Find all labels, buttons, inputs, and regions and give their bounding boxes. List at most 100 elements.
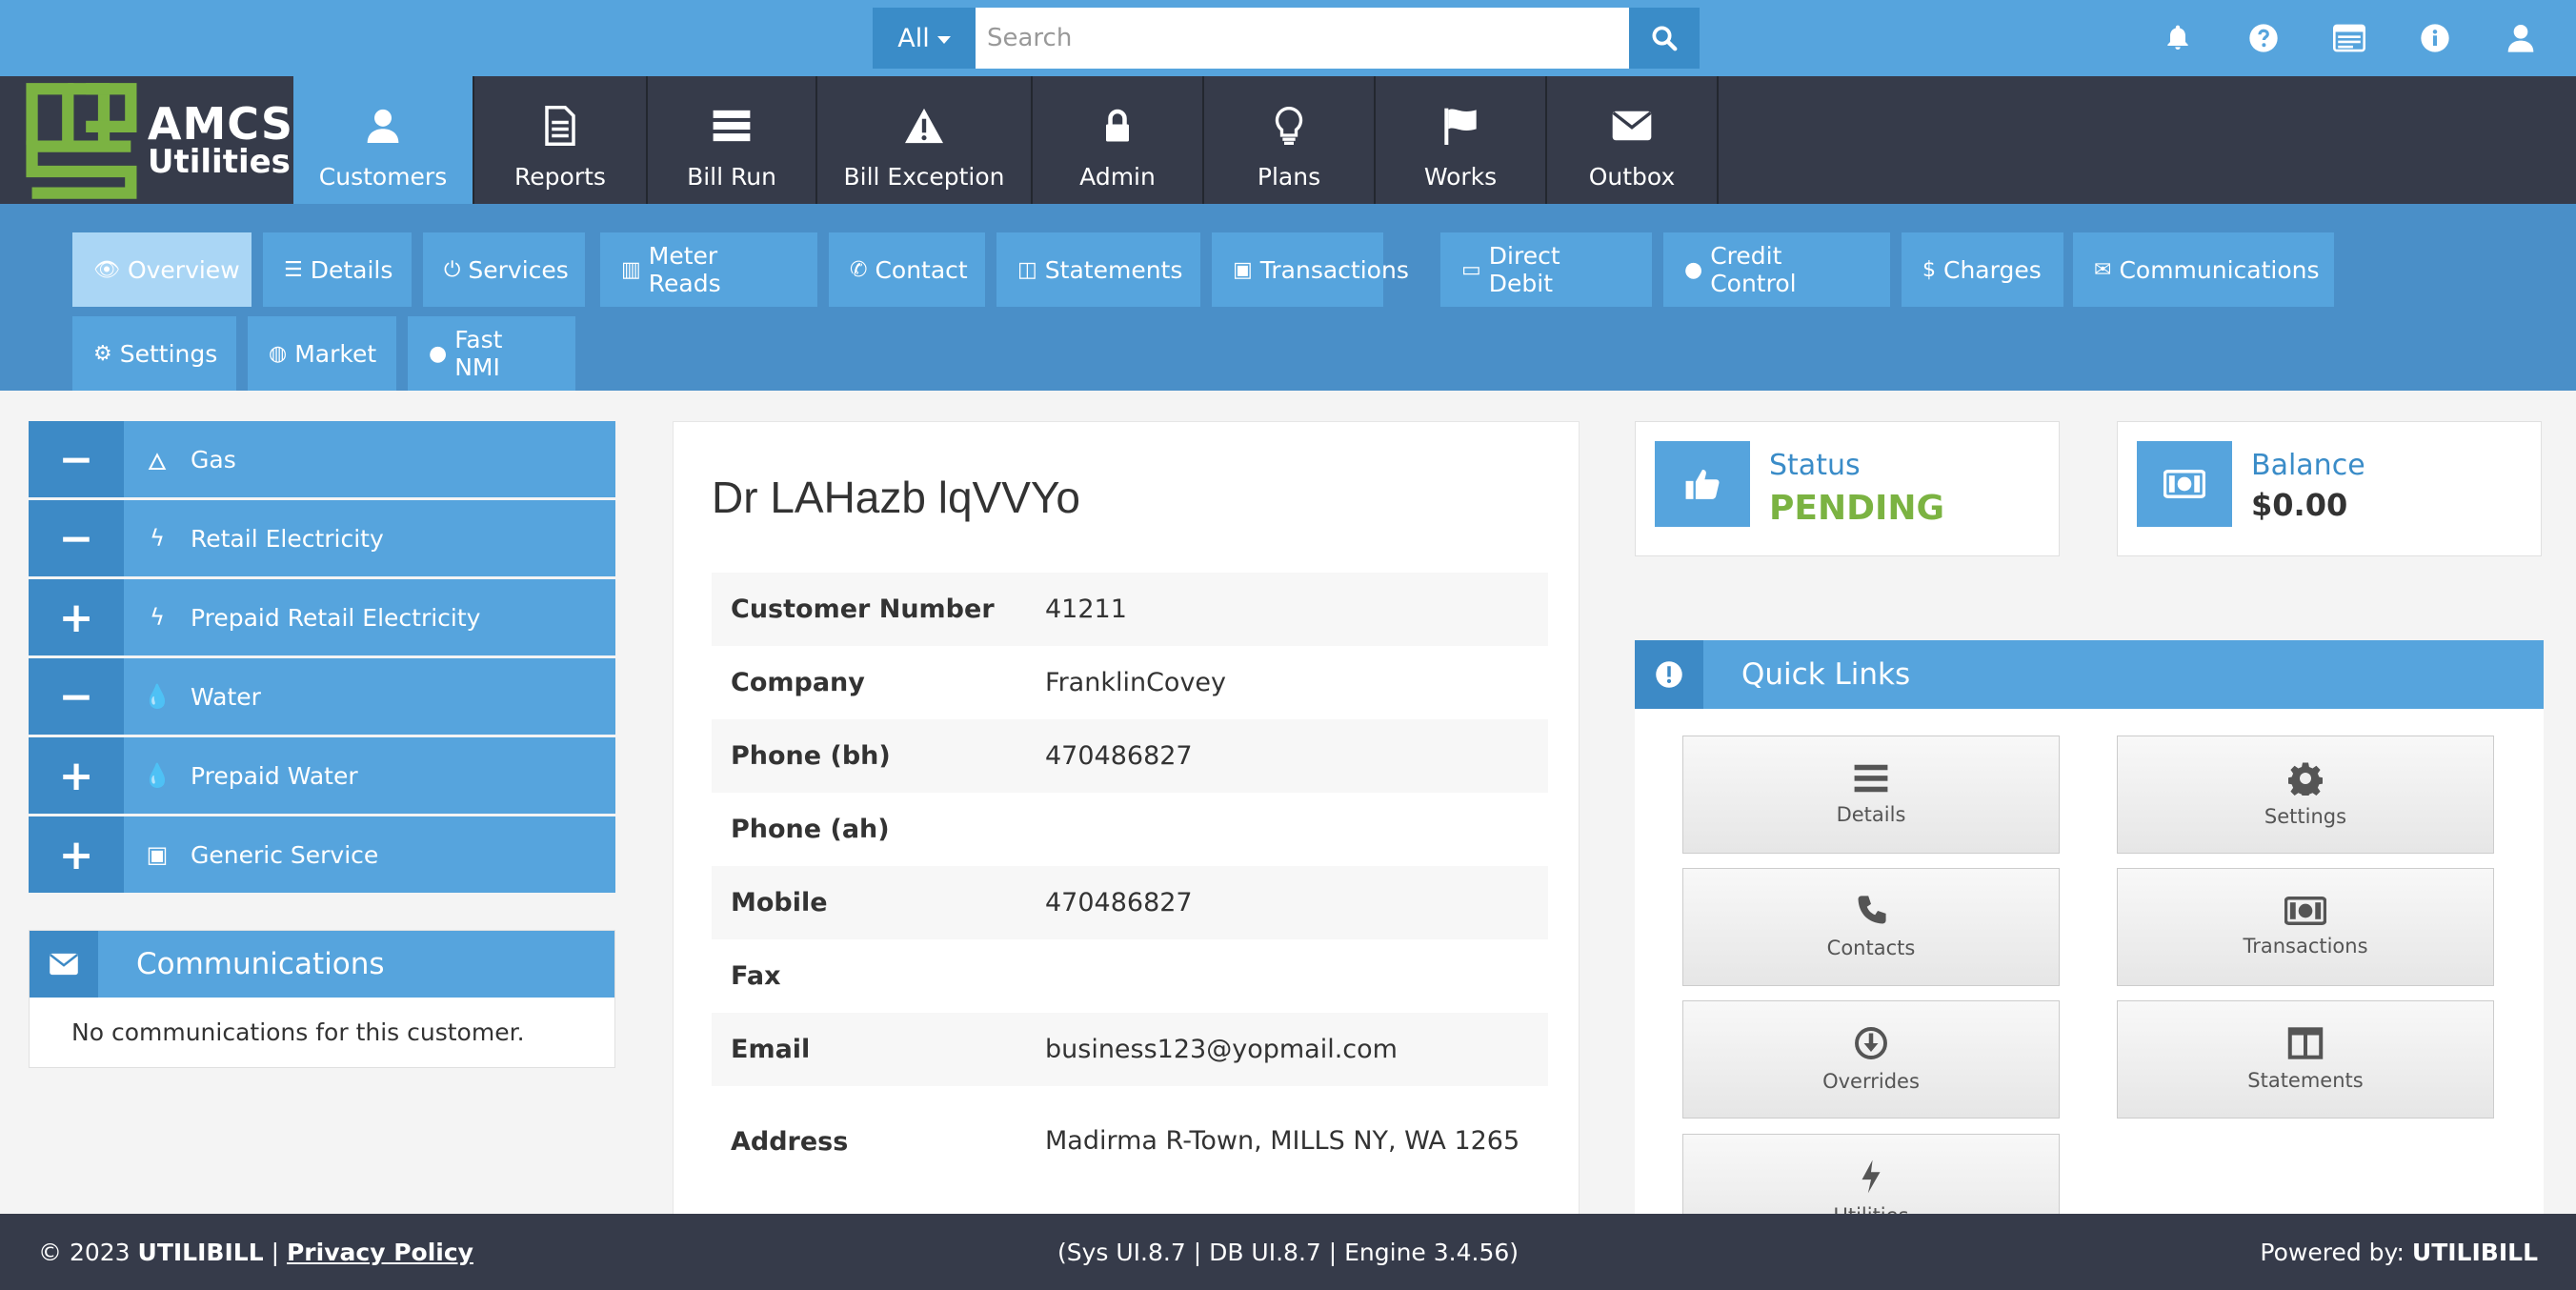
envelope-icon: [30, 931, 98, 998]
service-item-water[interactable]: − 💧 Water: [29, 658, 615, 735]
user-icon: [367, 109, 399, 143]
user-icon: ●: [1684, 257, 1703, 282]
table-row: Address Madirma R-Town, MILLS NY, WA 126…: [712, 1086, 1548, 1197]
tab-charges[interactable]: $ Charges: [1902, 232, 2063, 307]
tab-communications[interactable]: ✉ Communications: [2073, 232, 2334, 307]
nav-bill-run[interactable]: Bill Run: [648, 76, 817, 204]
collapse-toggle[interactable]: −: [29, 500, 124, 576]
search-scope-dropdown[interactable]: All: [873, 8, 976, 69]
balance-value: $0.00: [2251, 487, 2348, 523]
phone-icon: [1858, 896, 1886, 924]
columns-icon: ◫: [1017, 257, 1037, 282]
bell-icon[interactable]: [2161, 21, 2195, 55]
tab-details[interactable]: ☰ Details: [263, 232, 412, 307]
search-scope-label: All: [897, 23, 930, 53]
quick-link-contacts[interactable]: Contacts: [1682, 868, 2060, 986]
eye-icon: 👁: [93, 257, 120, 282]
tab-credit-control[interactable]: ● Credit Control: [1663, 232, 1890, 307]
tab-services[interactable]: ⏻ Services: [423, 232, 585, 307]
status-widget: Status PENDING: [1635, 421, 2060, 556]
top-icon-group: [2161, 0, 2538, 76]
quick-link-transactions[interactable]: Transactions: [2117, 868, 2494, 986]
service-label: Prepaid Retail Electricity: [191, 603, 481, 632]
tab-label: Credit Control: [1710, 242, 1797, 297]
tab-market[interactable]: ◍ Market: [248, 316, 396, 391]
billing-icon[interactable]: [2332, 21, 2366, 55]
search-group: All: [873, 8, 1700, 69]
quick-link-label: Statements: [2247, 1069, 2364, 1092]
status-label: Status: [1769, 449, 1861, 482]
tab-direct-debit[interactable]: ▭ Direct Debit: [1440, 232, 1652, 307]
service-item-prepaid-retail-electricity[interactable]: + ϟ Prepaid Retail Electricity: [29, 579, 615, 655]
tab-contact[interactable]: ✆ Contact: [829, 232, 985, 307]
thumbs-up-icon: [1655, 441, 1750, 527]
privacy-policy-link[interactable]: Privacy Policy: [287, 1239, 473, 1266]
tab-label: Services: [468, 255, 569, 284]
fire-icon: 🜂: [147, 449, 168, 475]
quick-link-utilities[interactable]: Utilities: [1682, 1134, 2060, 1216]
service-item-prepaid-water[interactable]: + 💧 Prepaid Water: [29, 737, 615, 814]
expand-toggle[interactable]: +: [29, 579, 124, 655]
nav-label: Plans: [1257, 163, 1321, 191]
envelope-icon: ✉: [2094, 257, 2112, 282]
quick-link-statements[interactable]: Statements: [2117, 1000, 2494, 1119]
nav-reports[interactable]: Reports: [474, 76, 648, 204]
nav-bill-exception[interactable]: Bill Exception: [817, 76, 1033, 204]
nav-label: Bill Run: [687, 163, 776, 191]
user-icon[interactable]: [2504, 21, 2538, 55]
money-icon: ▣: [146, 841, 169, 868]
field-value: 41211: [1045, 594, 1127, 624]
quick-link-settings[interactable]: Settings: [2117, 736, 2494, 854]
expand-toggle[interactable]: +: [29, 737, 124, 814]
quick-link-label: Details: [1836, 803, 1906, 826]
info-icon[interactable]: [2418, 21, 2452, 55]
service-label: Water: [191, 682, 261, 711]
field-label: Fax: [731, 961, 781, 991]
tab-label: Statements: [1044, 255, 1183, 284]
tab-label: Direct Debit: [1488, 242, 1560, 297]
service-item-generic-service[interactable]: + ▣ Generic Service: [29, 816, 615, 893]
dollar-icon: $: [1922, 257, 1936, 282]
amcs-logo[interactable]: AMCS Utilities: [25, 76, 293, 204]
quick-links-title: Quick Links: [1741, 657, 1911, 692]
quick-link-details[interactable]: Details: [1682, 736, 2060, 854]
columns-icon: [2287, 1027, 2324, 1059]
nav-label: Reports: [514, 163, 606, 191]
table-row: Phone (ah): [712, 793, 1548, 866]
communications-title: Communications: [136, 947, 385, 981]
nav-outbox[interactable]: Outbox: [1547, 76, 1719, 204]
communications-panel: Communications No communications for thi…: [29, 930, 615, 1068]
list-icon: ☰: [284, 257, 303, 282]
search-input[interactable]: [976, 8, 1629, 69]
collapse-toggle[interactable]: −: [29, 658, 124, 735]
tab-transactions[interactable]: ▣ Transactions: [1212, 232, 1409, 307]
nav-label: Admin: [1079, 163, 1156, 191]
field-label: Address: [731, 1126, 849, 1157]
search-button[interactable]: [1629, 8, 1700, 69]
tab-label: Overview: [127, 255, 240, 284]
tab-label: Settings: [119, 339, 218, 368]
nav-label: Works: [1423, 163, 1498, 191]
service-item-retail-electricity[interactable]: − ϟ Retail Electricity: [29, 500, 615, 576]
service-item-gas[interactable]: − 🜂 Gas: [29, 421, 615, 497]
help-icon[interactable]: [2246, 21, 2281, 55]
credit-card-icon: ▭: [1461, 257, 1481, 282]
nav-plans[interactable]: Plans: [1204, 76, 1376, 204]
expand-toggle[interactable]: +: [29, 816, 124, 893]
money-icon: [2284, 897, 2326, 925]
tab-fast-nmi[interactable]: ● Fast NMI: [408, 316, 575, 391]
nav-customers[interactable]: Customers: [293, 76, 474, 204]
tab-meter-reads[interactable]: ▥ Meter Reads: [600, 232, 817, 307]
tab-overview[interactable]: 👁 Overview: [72, 232, 252, 307]
nav-works[interactable]: Works: [1376, 76, 1547, 204]
tab-statements[interactable]: ◫ Statements: [996, 232, 1200, 307]
tab-settings[interactable]: ⚙ Settings: [72, 316, 236, 391]
quick-link-overrides[interactable]: Overrides: [1682, 1000, 2060, 1119]
field-value: 470486827: [1045, 740, 1193, 771]
collapse-toggle[interactable]: −: [29, 421, 124, 497]
quick-link-label: Contacts: [1826, 937, 1916, 959]
bill-run-icon: [713, 110, 751, 142]
nav-label: Bill Exception: [843, 163, 1005, 191]
nav-admin[interactable]: Admin: [1033, 76, 1204, 204]
logo-text: AMCS Utilities: [148, 102, 293, 178]
